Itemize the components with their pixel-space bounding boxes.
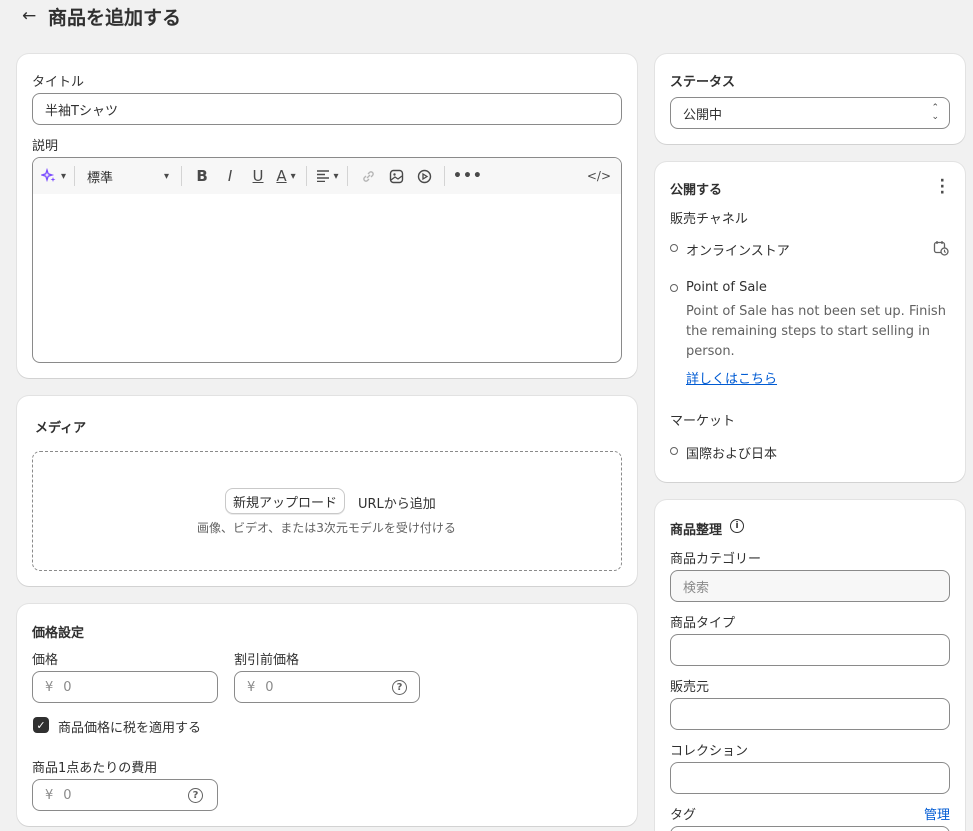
price-currency: ¥ xyxy=(45,679,54,695)
italic-icon[interactable]: I xyxy=(218,162,242,190)
editor-toolbar: ▾ 標準 ▾ B I U A ▾ ▾ ••• </> xyxy=(33,158,621,194)
price-input[interactable]: ¥ 0 xyxy=(32,671,218,703)
media-dropzone[interactable]: 新規アップロード URLから追加 画像、ビデオ、または3次元モデルを受け付ける xyxy=(32,451,622,571)
compare-price-input[interactable]: ¥ 0 ? xyxy=(234,671,420,703)
category-label: 商品カテゴリー xyxy=(670,552,762,567)
pos-description-3: person. xyxy=(686,344,735,359)
text-color-icon[interactable]: A ▾ xyxy=(274,162,298,190)
media-hint: 画像、ビデオ、または3次元モデルを受け付ける xyxy=(197,521,456,535)
channels-label: 販売チャネル xyxy=(670,212,748,227)
cost-currency: ¥ xyxy=(45,787,54,803)
learn-more-link[interactable]: 詳しくはこちら xyxy=(686,368,777,387)
cost-value: 0 xyxy=(63,787,72,803)
product-type-input[interactable] xyxy=(670,634,950,666)
pos-label: Point of Sale xyxy=(686,280,767,295)
description-label: 説明 xyxy=(32,139,59,154)
collection-input[interactable] xyxy=(670,762,950,794)
markets-label: マーケット xyxy=(670,414,736,429)
page-title: 商品を追加する xyxy=(48,6,182,29)
pos-description-1: Point of Sale has not been set up. Finis… xyxy=(686,304,946,319)
title-label: タイトル xyxy=(32,75,85,90)
chevron-down-icon: ▾ xyxy=(290,170,296,182)
organization-title: 商品整理 xyxy=(670,523,723,538)
calendar-clock-icon[interactable] xyxy=(933,240,949,260)
help-icon[interactable]: ? xyxy=(188,788,203,803)
status-title: ステータス xyxy=(670,75,736,90)
sparkle-icon[interactable]: ▾ xyxy=(41,162,66,190)
compare-value: 0 xyxy=(265,679,274,695)
category-search-input[interactable]: 検索 xyxy=(670,570,950,602)
code-icon[interactable]: </> xyxy=(587,162,611,190)
image-icon[interactable] xyxy=(384,162,408,190)
title-input[interactable]: 半袖Tシャツ xyxy=(32,93,622,125)
format-select[interactable]: 標準 ▾ xyxy=(83,162,173,190)
market-value: 国際および日本 xyxy=(686,447,778,462)
vendor-label: 販売元 xyxy=(670,680,710,695)
status-value: 公開中 xyxy=(683,107,723,123)
collection-label: コレクション xyxy=(670,744,749,759)
link-icon[interactable] xyxy=(356,162,380,190)
online-store-label: オンラインストア xyxy=(686,244,790,259)
publishing-card: 公開する · · · 販売チャネル オンラインストア Point of Sale P… xyxy=(655,162,965,482)
status-card: ステータス 公開中 ⌃ ⌄ xyxy=(655,54,965,144)
align-icon[interactable]: ▾ xyxy=(315,162,339,190)
tax-label: 商品価格に税を適用する xyxy=(58,721,202,736)
vendor-input[interactable] xyxy=(670,698,950,730)
status-select[interactable]: 公開中 ⌃ ⌄ xyxy=(670,97,950,129)
tags-input[interactable] xyxy=(670,826,950,831)
tags-label: タグ xyxy=(670,808,697,823)
cost-input[interactable]: ¥ 0 ? xyxy=(32,779,218,811)
publishing-title: 公開する xyxy=(670,183,723,198)
info-icon[interactable]: i xyxy=(730,519,744,533)
chevron-down-icon: ▾ xyxy=(333,170,339,182)
help-icon[interactable]: ? xyxy=(392,680,407,695)
title-value: 半袖Tシャツ xyxy=(45,103,118,119)
page-header: ← 商品を追加する xyxy=(22,2,181,30)
compare-price-label: 割引前価格 xyxy=(234,653,300,668)
select-arrows-icon: ⌃ ⌄ xyxy=(931,103,939,122)
pricing-title: 価格設定 xyxy=(32,626,85,641)
product-type-label: 商品タイプ xyxy=(670,616,736,631)
media-title: メディア xyxy=(35,421,87,436)
more-vertical-icon[interactable]: · · · xyxy=(940,174,945,200)
bold-icon[interactable]: B xyxy=(190,162,214,190)
price-value: 0 xyxy=(63,679,72,695)
title-description-card: タイトル 半袖Tシャツ 説明 ▾ 標準 ▾ B I U A ▾ ▾ ••• </… xyxy=(17,54,637,378)
online-store-radio[interactable] xyxy=(670,244,678,252)
media-card: メディア 新規アップロード URLから追加 画像、ビデオ、または3次元モデルを受… xyxy=(17,396,637,586)
pos-radio[interactable] xyxy=(670,284,678,292)
format-select-value: 標準 xyxy=(87,170,114,186)
price-label: 価格 xyxy=(32,653,59,668)
cost-label: 商品1点あたりの費用 xyxy=(32,761,158,776)
url-add-link[interactable]: URLから追加 xyxy=(358,493,436,512)
upload-button[interactable]: 新規アップロード xyxy=(225,488,345,514)
chevron-down-icon: ▾ xyxy=(164,170,170,182)
market-radio[interactable] xyxy=(670,447,678,455)
more-icon[interactable]: ••• xyxy=(453,162,483,190)
chevron-down-icon: ▾ xyxy=(61,170,67,182)
organization-card: 商品整理 i 商品カテゴリー 検索 商品タイプ 販売元 コレクション タグ 管理 xyxy=(655,500,965,831)
description-editor[interactable]: ▾ 標準 ▾ B I U A ▾ ▾ ••• </> xyxy=(32,157,622,363)
pos-description-2: the remaining steps to start selling in xyxy=(686,324,930,339)
arrow-left-icon[interactable]: ← xyxy=(22,6,44,26)
tags-manage-link[interactable]: 管理 xyxy=(924,804,950,823)
category-placeholder: 検索 xyxy=(683,580,710,596)
pricing-card: 価格設定 価格 ¥ 0 割引前価格 ¥ 0 ? ✓ 商品価格に税を適用する 商品… xyxy=(17,604,637,826)
compare-currency: ¥ xyxy=(247,679,256,695)
video-icon[interactable] xyxy=(412,162,436,190)
underline-icon[interactable]: U xyxy=(246,162,270,190)
tax-checkbox[interactable]: ✓ xyxy=(33,717,49,733)
